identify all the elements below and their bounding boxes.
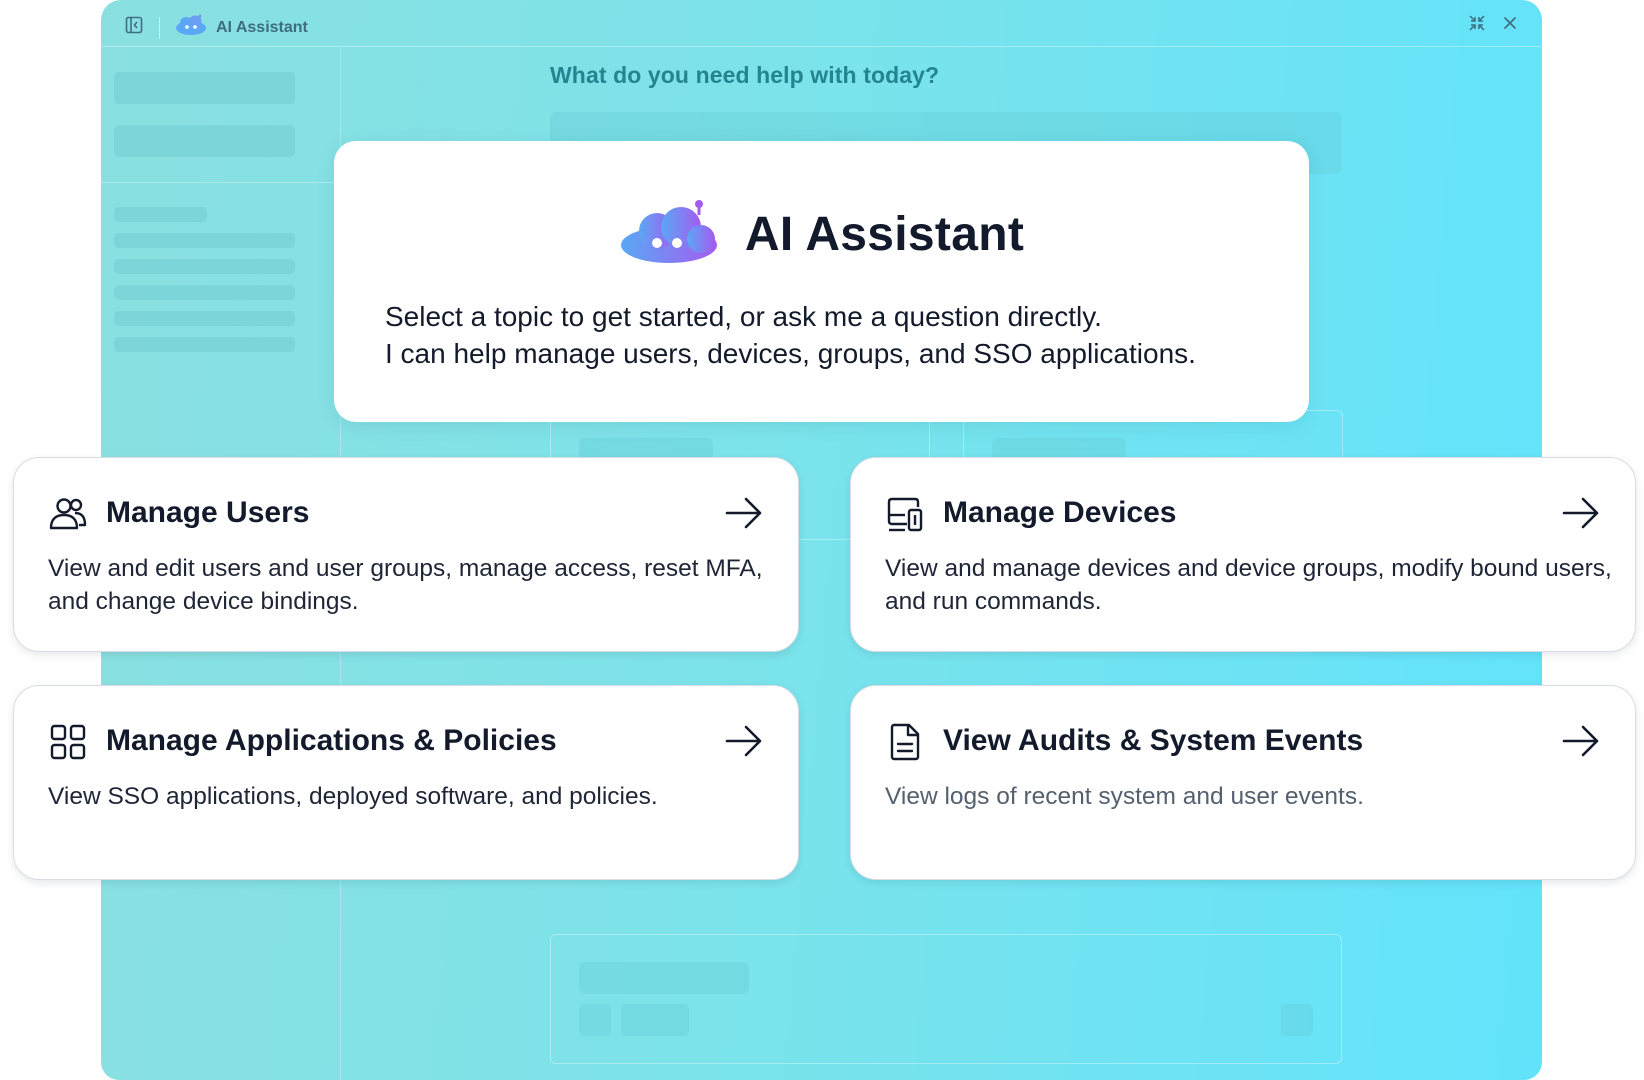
cloud-robot-icon (619, 199, 721, 270)
cloud-robot-icon (174, 14, 208, 41)
apps-grid-icon (48, 722, 88, 762)
sidebar-divider (101, 182, 340, 183)
skeleton-block (114, 125, 295, 157)
skeleton-line (114, 259, 295, 274)
topic-title: Manage Applications & Policies (106, 724, 557, 757)
skeleton-chip (1281, 1004, 1313, 1036)
topic-description: View logs of recent system and user even… (885, 783, 1364, 810)
arrow-right-icon[interactable] (724, 496, 764, 530)
skeleton-line (114, 285, 295, 300)
topic-description: View and manage devices and device group… (885, 555, 1612, 615)
document-icon (885, 722, 925, 762)
window-title: AI Assistant (216, 18, 308, 36)
topic-description: View and edit users and user groups, man… (48, 555, 763, 615)
help-question-heading: What do you need help with today? (550, 62, 940, 88)
skeleton-card (550, 934, 1342, 1064)
window-titlebar: AI Assistant (101, 0, 1542, 47)
topic-title: Manage Users (106, 496, 310, 529)
devices-icon (885, 494, 925, 534)
skeleton-chip (579, 1004, 611, 1036)
titlebar-controls (1468, 14, 1518, 37)
arrow-right-icon[interactable] (1561, 496, 1601, 530)
hero-title: AI Assistant (744, 208, 1025, 261)
skeleton-block (114, 72, 295, 104)
collapse-arrows-icon[interactable] (1468, 14, 1486, 37)
close-icon[interactable] (1502, 15, 1518, 36)
hero-header: AI Assistant (334, 199, 1309, 270)
skeleton-line (579, 962, 749, 994)
skeleton-line (114, 337, 295, 352)
assistant-hero-card: AI Assistant Select a topic to get start… (334, 141, 1309, 422)
titlebar-divider (159, 16, 160, 39)
sidebar-collapse-icon[interactable] (125, 16, 143, 39)
topic-card-view-audits[interactable]: View Audits & System Events View logs of… (850, 685, 1636, 880)
topic-title: Manage Devices (943, 496, 1177, 529)
topic-title: View Audits & System Events (943, 724, 1364, 757)
arrow-right-icon[interactable] (1561, 724, 1601, 758)
topic-card-manage-users[interactable]: Manage Users View and edit users and use… (13, 457, 799, 652)
skeleton-line (114, 311, 295, 326)
hero-line-1: Select a topic to get started, or ask me… (385, 301, 1102, 332)
topic-description: View SSO applications, deployed software… (48, 783, 658, 810)
skeleton-line (114, 233, 295, 248)
arrow-right-icon[interactable] (724, 724, 764, 758)
titlebar-left: AI Assistant (125, 14, 308, 41)
topic-card-manage-applications[interactable]: Manage Applications & Policies View SSO … (13, 685, 799, 880)
skeleton-chip (621, 1004, 689, 1036)
skeleton-line (114, 207, 207, 222)
hero-description: Select a topic to get started, or ask me… (385, 298, 1285, 372)
users-icon (48, 494, 88, 534)
hero-line-2: I can help manage users, devices, groups… (385, 338, 1196, 369)
topic-card-manage-devices[interactable]: Manage Devices View and manage devices a… (850, 457, 1636, 652)
